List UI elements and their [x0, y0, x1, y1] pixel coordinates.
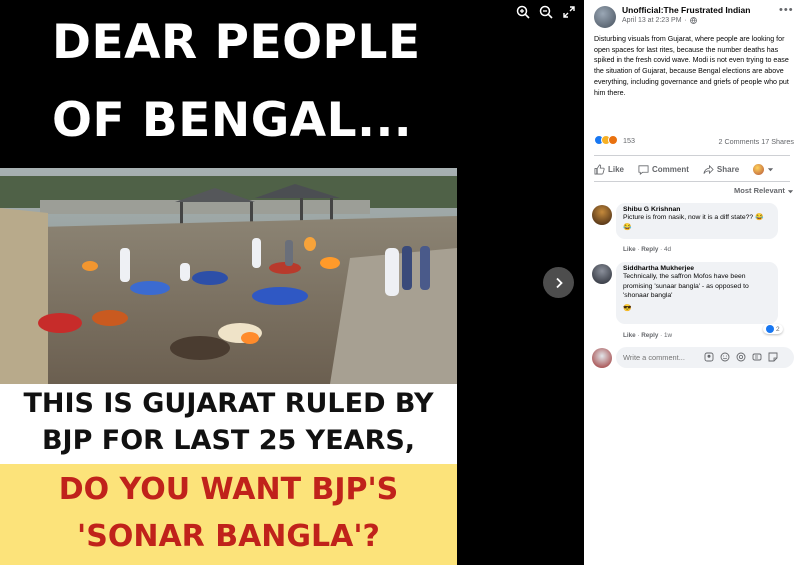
post-meta: April 13 at 2:23 PM ·: [622, 17, 697, 24]
divider: [594, 155, 790, 156]
commenter-name[interactable]: Siddhartha Mukherjee: [623, 265, 771, 272]
meme-header-band: DEAR PEOPLE OF BENGAL...: [0, 0, 457, 168]
meme-bottom-line2: 'SONAR BANGLA'?: [77, 519, 380, 554]
meme-image: DEAR PEOPLE OF BENGAL... THIS IS GUJARAT…: [0, 0, 457, 565]
chevron-right-icon: [555, 277, 563, 288]
commenter-name[interactable]: Shibu G Krishnan: [623, 206, 771, 213]
comment-reaction-count[interactable]: 2: [763, 324, 783, 334]
gif-icon[interactable]: [752, 352, 762, 362]
comments-count-link[interactable]: 2 Comments: [718, 137, 759, 146]
comment-bubble: Siddhartha Mukherjee Technically, the sa…: [616, 262, 778, 324]
zoom-in-icon[interactable]: [514, 3, 532, 21]
comment-time[interactable]: 1w: [664, 332, 672, 339]
comment-reply-link[interactable]: Reply: [641, 332, 658, 339]
meme-headline-line2: OF BENGAL...: [52, 93, 413, 148]
like-reaction-icon: [766, 325, 774, 333]
post-side-panel: Unofficial:The Frustrated Indian April 1…: [584, 0, 800, 565]
thumbs-up-icon: [594, 164, 605, 174]
engagement-counts: 2 Comments 17 Shares: [718, 137, 794, 146]
like-button[interactable]: Like: [594, 164, 624, 175]
comment-meta: Like · Reply · 4d: [623, 246, 671, 253]
share-arrow-icon: [703, 164, 714, 174]
comment-time[interactable]: 4d: [664, 246, 671, 253]
caret-down-icon: [768, 167, 774, 171]
zoom-out-icon[interactable]: [537, 3, 555, 21]
post-actions: Like Comment Share: [594, 160, 794, 178]
next-photo-button[interactable]: [543, 267, 574, 298]
divider: [594, 181, 790, 182]
avatar-sticker-icon[interactable]: [704, 352, 714, 362]
globe-icon: [690, 17, 697, 24]
post-text: Disturbing visuals from Gujarat, where p…: [594, 35, 789, 97]
reaction-summary[interactable]: 153: [594, 135, 635, 145]
comment-emoji: 😎: [623, 304, 632, 312]
composer-icons: [704, 352, 778, 362]
avatar[interactable]: [592, 264, 612, 284]
page-name-link[interactable]: Unofficial:The Frustrated Indian: [622, 5, 750, 15]
comment-item: Shibu G Krishnan Picture is from nasik, …: [592, 203, 797, 258]
meme-middle-line1: THIS IS GUJARAT RULED BY: [23, 388, 434, 419]
fullscreen-icon[interactable]: [560, 3, 578, 21]
comment-sort-dropdown[interactable]: Most Relevant: [734, 186, 794, 195]
shares-count-link[interactable]: 17 Shares: [761, 137, 794, 146]
comment-text: Picture is from nasik, now it is a diff …: [623, 214, 764, 231]
meme-bottom-line1: DO YOU WANT BJP'S: [58, 472, 399, 507]
avatar[interactable]: [592, 205, 612, 225]
sticker-icon[interactable]: [768, 352, 778, 362]
meme-middle-line2: BJP FOR LAST 25 YEARS,: [41, 425, 416, 456]
share-button[interactable]: Share: [703, 164, 739, 175]
page-avatar[interactable]: [594, 6, 616, 28]
comment-button[interactable]: Comment: [638, 164, 689, 175]
emoji-icon: [753, 163, 765, 175]
avatar[interactable]: [592, 348, 612, 368]
comment-meta: Like · Reply · 1w: [623, 332, 673, 339]
camera-icon[interactable]: [736, 352, 746, 362]
reaction-picker-button[interactable]: [753, 163, 774, 175]
photo-viewer: DEAR PEOPLE OF BENGAL... THIS IS GUJARAT…: [0, 0, 584, 565]
comment-composer: [592, 347, 797, 369]
comment-item: Siddhartha Mukherjee Technically, the sa…: [592, 262, 797, 344]
emoji-icon[interactable]: [720, 352, 730, 362]
comment-like-link[interactable]: Like: [623, 332, 636, 339]
meme-headline-line1: DEAR PEOPLE: [52, 15, 421, 70]
angry-reaction-icon: [608, 135, 618, 145]
post-date[interactable]: April 13 at 2:23 PM: [622, 17, 682, 24]
comment-bubble: Shibu G Krishnan Picture is from nasik, …: [616, 203, 778, 239]
comment-text: Technically, the saffron Mofos have been…: [623, 273, 749, 299]
comment-reply-link[interactable]: Reply: [641, 246, 658, 253]
comment-bubble-icon: [638, 164, 649, 175]
cremation-ground-photo: [0, 168, 457, 384]
meme-middle-band: THIS IS GUJARAT RULED BY BJP FOR LAST 25…: [0, 384, 457, 464]
more-options-button[interactable]: •••: [779, 4, 794, 16]
comment-like-link[interactable]: Like: [623, 246, 636, 253]
reaction-count: 153: [623, 135, 635, 145]
caret-down-icon: [787, 189, 794, 193]
meme-bottom-band: DO YOU WANT BJP'S 'SONAR BANGLA'?: [0, 464, 457, 565]
